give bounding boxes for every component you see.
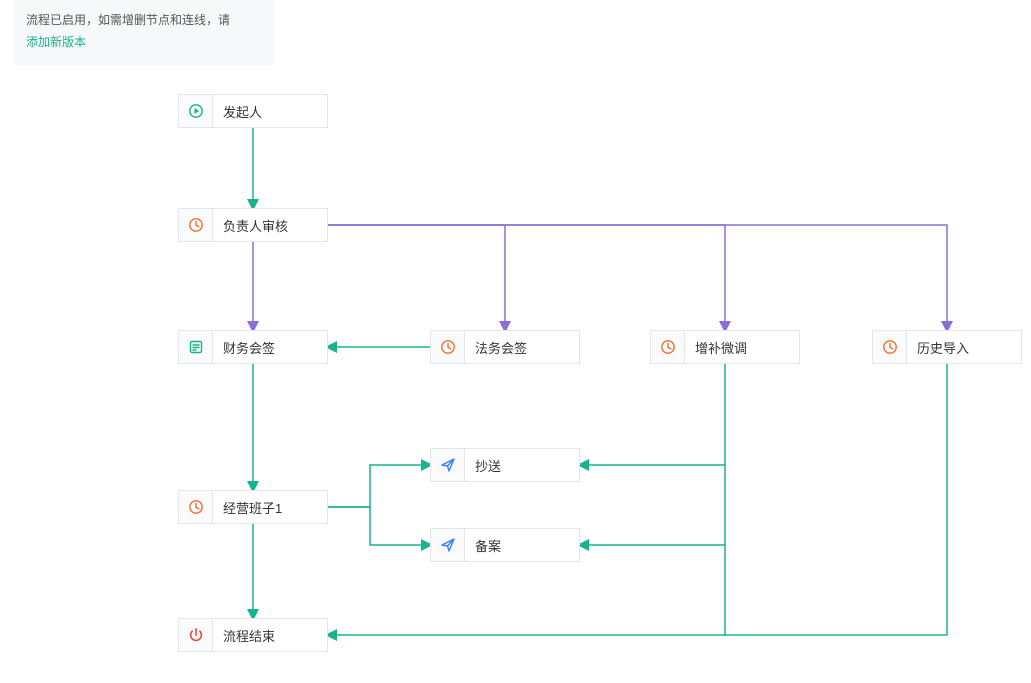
clock-icon [440,339,456,355]
node-cc[interactable]: 抄送 [430,448,580,482]
clock-icon-slot [873,331,907,363]
node-label: 财务会签 [213,338,275,357]
node-label: 经营班子1 [213,498,282,517]
node-label: 备案 [465,536,501,555]
clock-icon [660,339,676,355]
clock-icon [882,339,898,355]
node-review[interactable]: 负责人审核 [178,208,328,242]
nodes-layer: 发起人 负责人审核 财务会签 法务会签 增补微调 历史导入 经营班子1 抄送 备… [0,0,1031,683]
clock-icon-slot [431,331,465,363]
node-label: 历史导入 [907,338,969,357]
send-icon-slot [431,529,465,561]
node-legal[interactable]: 法务会签 [430,330,580,364]
node-manage[interactable]: 经营班子1 [178,490,328,524]
node-start[interactable]: 发起人 [178,94,328,128]
node-supply[interactable]: 增补微调 [650,330,800,364]
node-label: 抄送 [465,456,501,475]
node-label: 负责人审核 [213,216,288,235]
clock-icon [188,217,204,233]
node-label: 发起人 [213,102,262,121]
sheet-icon [188,339,204,355]
node-label: 增补微调 [685,338,747,357]
node-label: 法务会签 [465,338,527,357]
clock-icon-slot [179,491,213,523]
send-icon-slot [431,449,465,481]
node-file[interactable]: 备案 [430,528,580,562]
node-history[interactable]: 历史导入 [872,330,1022,364]
clock-icon [188,499,204,515]
node-finance[interactable]: 财务会签 [178,330,328,364]
send-icon [440,537,456,553]
node-end[interactable]: 流程结束 [178,618,328,652]
clock-icon-slot [651,331,685,363]
play-icon-slot [179,95,213,127]
play-icon [188,103,204,119]
send-icon [440,457,456,473]
sheet-icon-slot [179,331,213,363]
power-icon-slot [179,619,213,651]
power-icon [188,627,204,643]
clock-icon-slot [179,209,213,241]
node-label: 流程结束 [213,626,275,645]
